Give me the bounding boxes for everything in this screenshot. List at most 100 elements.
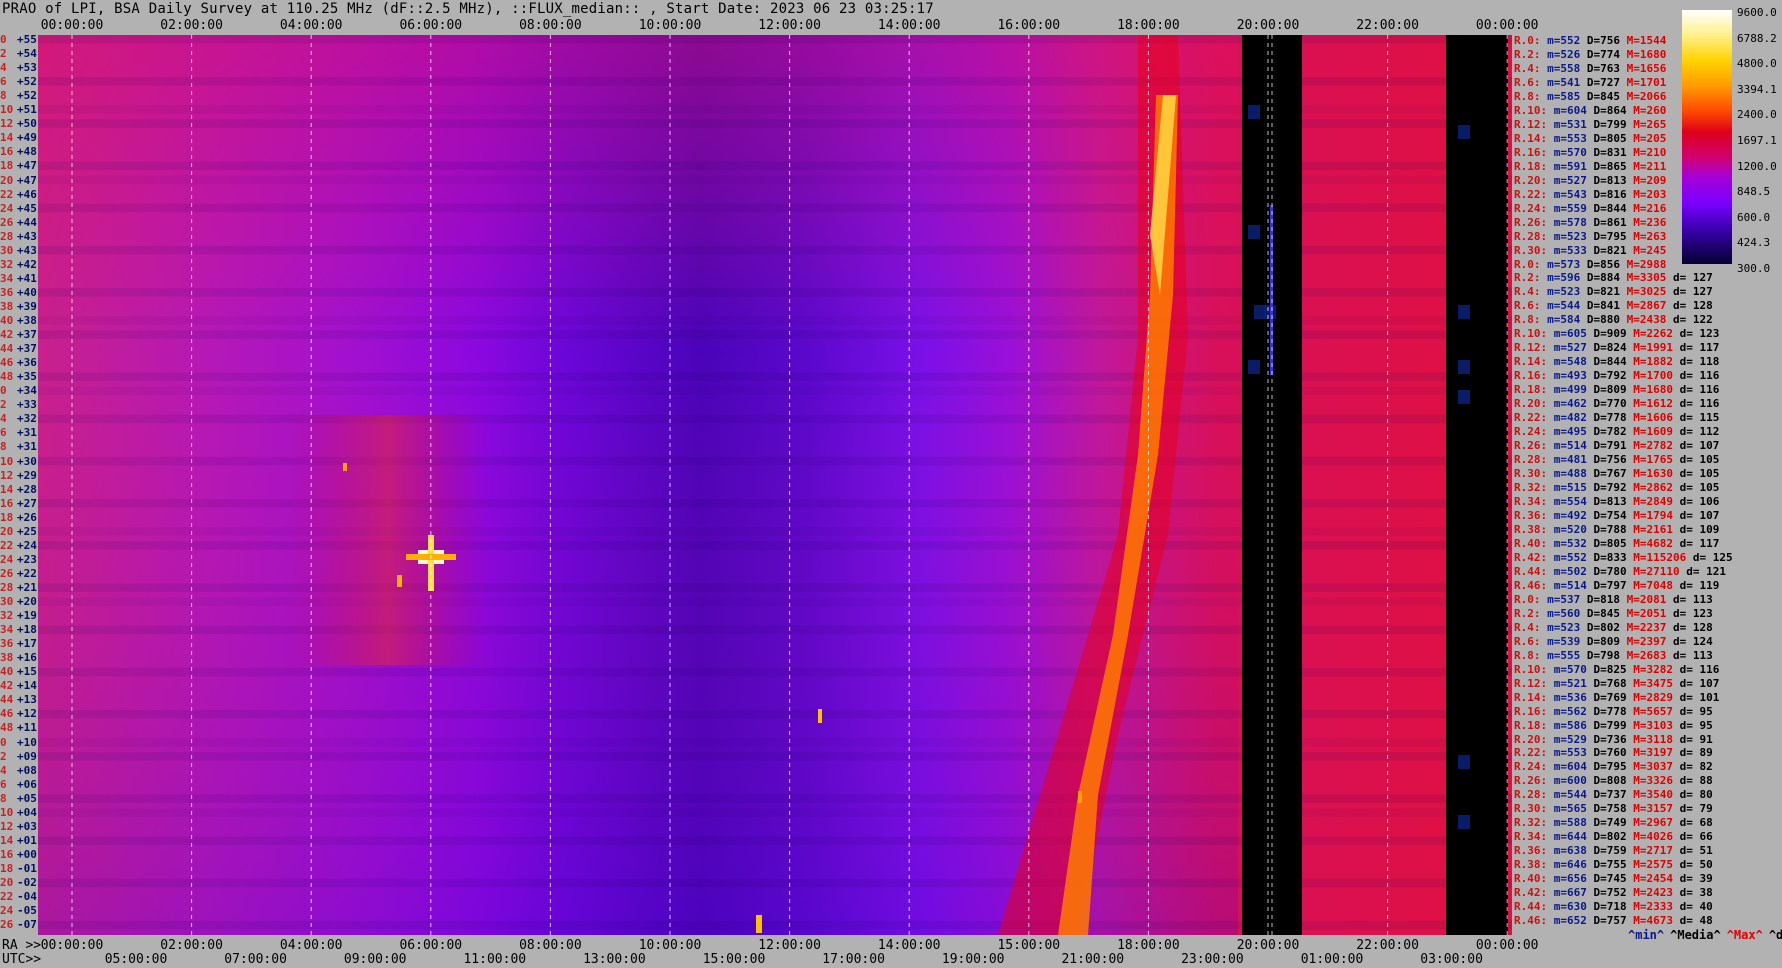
stats-row-label: R.18: xyxy=(1514,383,1548,397)
source-glow xyxy=(288,415,488,665)
stats-row-label: R.26: xyxy=(1514,215,1548,229)
stats-row-label: R.24: xyxy=(1514,425,1548,439)
stats-row: R.38: m=646 D=755 M=2575 d= 50 xyxy=(1514,858,1713,872)
stats-row-label: R.20: xyxy=(1514,397,1548,411)
stats-row-label: R.32: xyxy=(1514,816,1548,830)
stats-deviation: d= 38 xyxy=(1672,886,1713,900)
utc-tick-label: 05:00:00 xyxy=(104,952,168,967)
stats-row: R.4: m=558 D=763 M=1656 xyxy=(1514,62,1666,76)
stats-min: m=596 xyxy=(1540,271,1581,285)
stats-max: M=3282 xyxy=(1626,662,1673,676)
stats-row: R.38: m=520 D=788 M=2161 d= 109 xyxy=(1514,523,1719,537)
stats-deviation: d= 122 xyxy=(1666,313,1713,327)
row-index: 20 xyxy=(0,876,14,889)
row-index: 22 xyxy=(0,187,14,201)
utc-tick-label: 11:00:00 xyxy=(463,952,527,967)
row-index: 16 xyxy=(0,847,14,861)
row-index: 14 xyxy=(0,482,14,496)
utc-tick-label: 17:00:00 xyxy=(822,952,885,967)
stats-max: M=2683 xyxy=(1620,648,1667,662)
stats-median: D=802 xyxy=(1586,830,1627,844)
stats-min: m=533 xyxy=(1547,243,1587,257)
row-index: 0 xyxy=(0,735,7,749)
stats-deviation: d= 106 xyxy=(1672,495,1720,508)
utc-tick-label: 09:00:00 xyxy=(343,952,407,967)
stats-median: D=795 xyxy=(1586,229,1627,243)
stats-deviation: d= 51 xyxy=(1672,844,1713,858)
ra-tick-label: 00:00:00 xyxy=(40,938,104,953)
stats-row-label: R.16: xyxy=(1514,369,1548,383)
stats-row: R.44: m=502 D=780 M=27110 d= 121 xyxy=(1514,565,1726,579)
row-index: 0 xyxy=(0,33,7,46)
stats-max: M=260 xyxy=(1626,103,1667,117)
stats-min: m=523 xyxy=(1540,620,1581,634)
colorbar-tick-label: 9600.0 xyxy=(1737,6,1777,19)
stats-deviation: d= 119 xyxy=(1672,578,1720,592)
stats-row: R.46: m=514 D=797 M=7048 d= 119 xyxy=(1514,579,1719,593)
row-index: 16 xyxy=(0,496,14,510)
stats-max: M=1612 xyxy=(1626,397,1673,411)
stats-min: m=552 xyxy=(1547,550,1587,564)
stats-row-label: R.42: xyxy=(1514,550,1548,564)
stats-deviation: d= 112 xyxy=(1672,425,1720,439)
stats-row: R.28: m=544 D=737 M=3540 d= 80 xyxy=(1514,788,1713,802)
row-index: 32 xyxy=(0,609,14,623)
stats-max: M=2967 xyxy=(1626,816,1673,830)
stats-median: D=795 xyxy=(1586,760,1627,774)
gap-mark xyxy=(1248,360,1260,374)
stats-max: M=3118 xyxy=(1626,732,1673,746)
top-tick-label: 14:00:00 xyxy=(877,18,941,33)
row-index: 6 xyxy=(0,426,7,440)
row-index: 10 xyxy=(0,454,14,468)
stats-min: m=495 xyxy=(1547,425,1587,439)
top-tick-label: 08:00:00 xyxy=(519,18,582,33)
stats-row: R.14: m=536 D=769 M=2829 d= 101 xyxy=(1514,691,1719,705)
row-index: 24 xyxy=(0,904,14,918)
stats-max: M=2081 xyxy=(1620,592,1667,606)
stats-row: R.40: m=656 D=745 M=2454 d= 39 xyxy=(1514,872,1713,886)
stats-deviation: d= 107 xyxy=(1672,439,1720,453)
stats-median: D=816 xyxy=(1586,187,1627,201)
stats-min: m=585 xyxy=(1540,89,1581,103)
stats-row: R.2: m=526 D=774 M=1680 xyxy=(1514,48,1666,62)
stats-min: m=527 xyxy=(1547,341,1587,355)
stats-min: m=644 xyxy=(1547,830,1587,844)
stats-deviation: d= 66 xyxy=(1672,830,1713,844)
stats-deviation: d= 82 xyxy=(1672,760,1713,774)
stats-median: D=805 xyxy=(1586,536,1627,550)
stats-row: R.36: m=492 D=754 M=1794 d= 107 xyxy=(1514,509,1719,523)
stats-max: M=1765 xyxy=(1626,453,1673,467)
stats-row: R.18: m=586 D=799 M=3103 d= 95 xyxy=(1514,719,1713,733)
stats-deviation: d= 40 xyxy=(1672,900,1713,914)
stats-row: R.22: m=482 D=778 M=1606 d= 115 xyxy=(1514,411,1719,425)
stats-row-label: R.0: xyxy=(1514,257,1541,271)
stats-row: R.40: m=532 D=805 M=4682 d= 117 xyxy=(1514,537,1719,551)
stats-max: M=1630 xyxy=(1626,467,1673,481)
stats-row: R.8: m=555 D=798 M=2683 d= 113 xyxy=(1514,649,1713,663)
stats-min: m=520 xyxy=(1547,522,1587,536)
row-index: 20 xyxy=(0,524,14,538)
stats-row: R.8: m=584 D=880 M=2438 d= 122 xyxy=(1514,313,1713,327)
stats-min: m=554 xyxy=(1547,495,1587,508)
row-index: 42 xyxy=(0,679,14,693)
stats-median: D=774 xyxy=(1580,47,1620,61)
stats-row-label: R.10: xyxy=(1514,662,1548,676)
stats-min: m=560 xyxy=(1540,606,1581,620)
stats-deviation: d= 113 xyxy=(1666,648,1713,662)
stats-row-label: R.0: xyxy=(1514,592,1541,606)
stats-row-label: R.18: xyxy=(1514,718,1548,732)
row-index: 20 xyxy=(0,173,14,187)
stats-max: M=4673 xyxy=(1626,914,1673,928)
stats-median: D=844 xyxy=(1586,201,1627,215)
stats-row: R.6: m=541 D=727 M=1701 xyxy=(1514,76,1666,90)
row-index: 26 xyxy=(0,918,14,932)
stats-max: M=203 xyxy=(1626,187,1667,201)
stats-row-label: R.0: xyxy=(1514,34,1541,47)
stats-row-label: R.4: xyxy=(1514,61,1541,75)
stats-row-label: R.46: xyxy=(1514,914,1548,928)
stats-median: D=767 xyxy=(1586,467,1627,481)
stats-row: R.32: m=515 D=792 M=2862 d= 105 xyxy=(1514,481,1719,495)
stats-row: R.16: m=570 D=831 M=210 xyxy=(1514,146,1666,160)
stats-row-label: R.12: xyxy=(1514,117,1548,131)
stats-row-label: R.12: xyxy=(1514,676,1548,690)
